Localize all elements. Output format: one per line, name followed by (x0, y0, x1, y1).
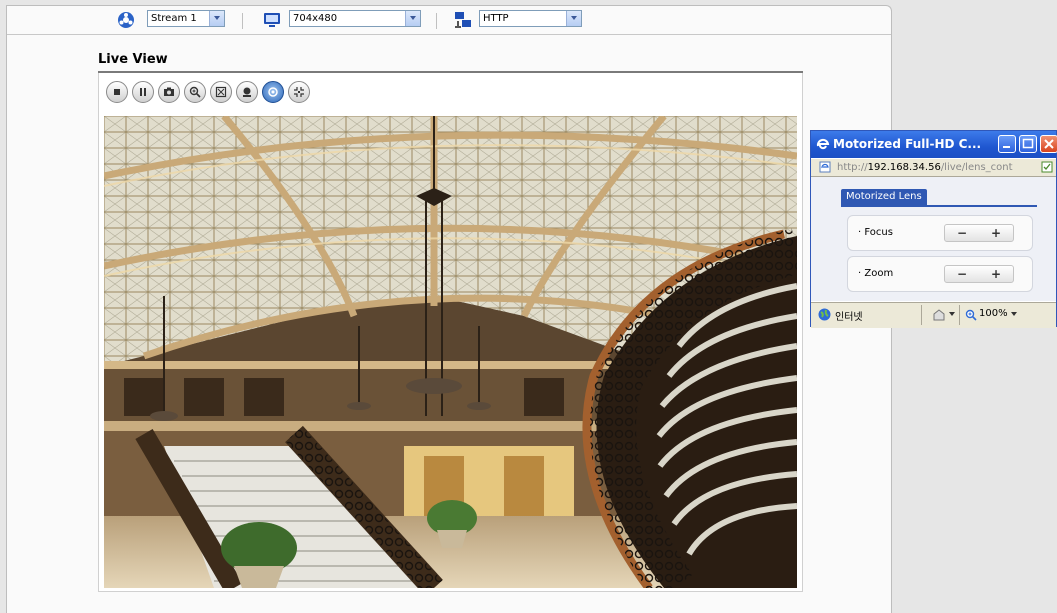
focus-label: · Focus (858, 227, 893, 238)
chevron-down-icon (566, 11, 581, 26)
chevron-down-icon[interactable] (1011, 312, 1017, 316)
address-bar[interactable]: http://192.168.34.56/live/lens_cont (811, 159, 1056, 177)
record-button[interactable] (236, 81, 258, 103)
pause-button[interactable] (132, 81, 154, 103)
focus-stepper: − + (944, 224, 1014, 242)
zoom-plus-button[interactable]: + (979, 267, 1013, 281)
close-button[interactable] (1040, 135, 1057, 153)
zoom-level[interactable]: 100% (979, 308, 1008, 319)
protected-mode-icon (933, 309, 945, 321)
lens-control-icon (268, 87, 278, 97)
divider (921, 305, 922, 325)
snapshot-icon (164, 87, 174, 96)
chevron-down-icon (209, 11, 224, 26)
certificate-icon (1041, 161, 1053, 173)
divider (436, 13, 437, 29)
protocol-select-value: HTTP (483, 13, 509, 24)
stream-toolbar: Stream 1 704x480 HTTP (7, 6, 891, 35)
stop-button[interactable] (106, 81, 128, 103)
chevron-down-icon (405, 11, 420, 26)
fullscreen-button[interactable] (210, 81, 232, 103)
focus-minus-button[interactable]: − (945, 226, 979, 240)
url-prefix: http:// (837, 162, 868, 173)
security-zone: 인터넷 (835, 312, 863, 323)
zoom-magnifier-icon (965, 309, 977, 321)
minimize-button[interactable] (998, 135, 1016, 153)
video-frame-image (104, 116, 797, 588)
stream-select-value: Stream 1 (151, 13, 197, 24)
status-bar: 인터넷 100% (811, 302, 1056, 328)
live-video-stream[interactable] (104, 116, 797, 588)
chevron-down-icon[interactable] (949, 312, 955, 316)
zoom-in-icon (189, 86, 201, 98)
lens-panel: Motorized Lens · Focus − + · Zoom − + (811, 177, 1056, 301)
zoom-minus-button[interactable]: − (945, 267, 979, 281)
zoom-in-button[interactable] (184, 81, 206, 103)
page-title: Live View (98, 52, 168, 67)
record-icon (243, 87, 251, 97)
fit-screen-icon (294, 87, 304, 97)
ie-logo-icon (816, 138, 830, 150)
window-titlebar[interactable]: Motorized Full-HD C... (811, 131, 1057, 158)
resolution-select[interactable]: 704x480 (289, 10, 421, 27)
internet-globe-icon (818, 308, 831, 321)
divider (242, 13, 243, 29)
focus-plus-button[interactable]: + (979, 226, 1013, 240)
fit-screen-button[interactable] (288, 81, 310, 103)
focus-row: · Focus − + (847, 215, 1033, 251)
monitor-icon (264, 13, 280, 27)
main-panel: Stream 1 704x480 HTTP Live View (6, 5, 892, 613)
minimize-icon (1003, 146, 1010, 148)
pause-icon (140, 88, 146, 96)
live-view-frame (98, 73, 803, 592)
url-path: /live/lens_cont (940, 162, 1013, 173)
page-icon (819, 161, 831, 173)
zoom-label: · Zoom (858, 268, 894, 279)
stream-profile-icon (118, 12, 134, 28)
window-title: Motorized Full-HD C... (833, 137, 982, 151)
protocol-select[interactable]: HTTP (479, 10, 582, 27)
zoom-stepper: − + (944, 265, 1014, 283)
maximize-button[interactable] (1019, 135, 1037, 153)
lens-control-window: Motorized Full-HD C... http://192.168.34… (810, 130, 1057, 328)
tab-motorized-lens[interactable]: Motorized Lens (841, 189, 927, 205)
address-url: http://192.168.34.56/live/lens_cont (837, 162, 1013, 173)
zoom-row: · Zoom − + (847, 256, 1033, 292)
stop-icon (114, 89, 120, 95)
maximize-icon (1022, 138, 1034, 149)
lens-control-button[interactable] (262, 81, 284, 103)
network-icon (455, 12, 471, 28)
url-host: 192.168.34.56 (867, 162, 941, 173)
stream-select[interactable]: Stream 1 (147, 10, 225, 27)
close-icon (1044, 139, 1054, 149)
divider (959, 305, 960, 325)
resolution-select-value: 704x480 (293, 13, 338, 24)
tab-underline (841, 205, 1037, 207)
fullscreen-icon (215, 86, 227, 98)
snapshot-button[interactable] (158, 81, 180, 103)
